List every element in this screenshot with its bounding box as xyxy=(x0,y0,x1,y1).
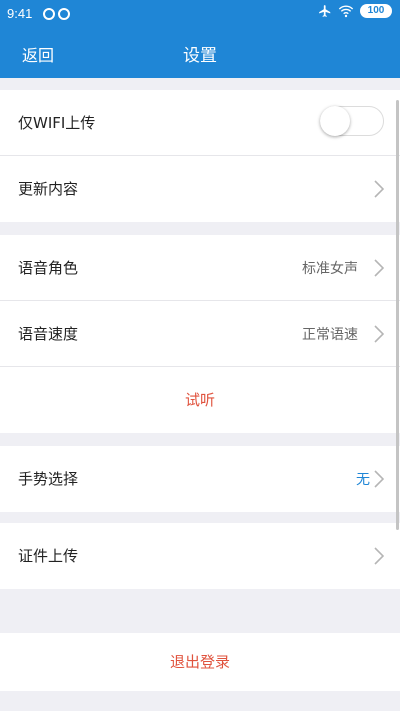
logout-group: 退出登录 xyxy=(0,633,400,691)
page-title: 设置 xyxy=(183,46,217,66)
voice-speed-row[interactable]: 语音速度 正常语速 xyxy=(0,301,400,367)
voice-speed-value: 正常语速 xyxy=(302,327,358,343)
voice-group: 语音角色 标准女声 语音速度 正常语速 试听 xyxy=(0,235,400,433)
upload-group: 仅WIFI上传 更新内容 xyxy=(0,90,400,222)
certificate-upload-label: 证件上传 xyxy=(18,547,79,565)
chevron-right-icon xyxy=(374,259,384,277)
voice-speed-label: 语音速度 xyxy=(18,325,79,343)
update-content-label: 更新内容 xyxy=(18,180,79,198)
gesture-group: 手势选择 无 xyxy=(0,446,400,512)
chevron-right-icon xyxy=(374,325,384,343)
voice-role-value: 标准女声 xyxy=(302,261,358,277)
circle-icon xyxy=(43,8,55,20)
toggle-knob xyxy=(320,106,350,136)
chevron-right-icon xyxy=(374,180,384,198)
update-content-row[interactable]: 更新内容 xyxy=(0,156,400,222)
wifi-icon xyxy=(338,5,354,18)
battery-icon: 100 xyxy=(360,4,392,18)
preview-button[interactable]: 试听 xyxy=(0,367,400,433)
status-bar: 9:41 100 xyxy=(0,0,400,28)
voice-role-row[interactable]: 语音角色 标准女声 xyxy=(0,235,400,301)
gesture-row[interactable]: 手势选择 无 xyxy=(0,446,400,512)
voice-role-label: 语音角色 xyxy=(18,259,79,277)
gesture-value: 无 xyxy=(356,472,370,488)
status-time: 9:41 xyxy=(7,6,33,21)
certificate-upload-row[interactable]: 证件上传 xyxy=(0,523,400,589)
circle-icon xyxy=(58,8,70,20)
scrollbar[interactable] xyxy=(396,100,399,530)
airplane-icon xyxy=(319,5,331,17)
wifi-only-label: 仅WIFI上传 xyxy=(18,114,96,132)
logout-button[interactable]: 退出登录 xyxy=(0,633,400,691)
wifi-only-row: 仅WIFI上传 xyxy=(0,90,400,156)
wifi-only-toggle[interactable] xyxy=(320,106,384,136)
chevron-right-icon xyxy=(374,547,384,565)
chevron-right-icon xyxy=(374,470,384,488)
certificate-group: 证件上传 xyxy=(0,523,400,589)
nav-bar: 返回 设置 xyxy=(0,28,400,78)
status-icons: 100 xyxy=(318,4,392,18)
settings-screen: 9:41 100 返回 设置 仅WIFI上传 更新内容 语音角色 标准女声 语音… xyxy=(0,0,400,711)
gesture-label: 手势选择 xyxy=(18,470,79,488)
